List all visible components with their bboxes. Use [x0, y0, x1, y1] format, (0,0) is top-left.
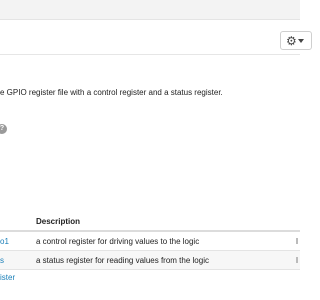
settings-dropdown-button[interactable]: ⚙	[280, 31, 312, 50]
register-link[interactable]: o1	[0, 237, 9, 246]
register-description: a control register for driving values to…	[36, 237, 200, 246]
table-row: o1 a control register for driving values…	[0, 232, 300, 251]
register-link[interactable]: s	[0, 256, 4, 265]
top-bar	[0, 0, 300, 20]
header-divider	[0, 54, 300, 55]
column-header-description[interactable]: Description	[36, 217, 80, 226]
register-description: a status register for reading values fro…	[36, 256, 209, 265]
help-icon[interactable]: ?	[0, 124, 7, 134]
chevron-down-icon	[297, 38, 304, 43]
registers-table: Description o1 a control register for dr…	[0, 212, 300, 270]
gear-icon: ⚙	[286, 33, 297, 48]
table-row: s a status register for reading values f…	[0, 251, 300, 270]
truncated-cell-marker	[296, 257, 298, 263]
table-header: Description	[0, 212, 300, 232]
module-description: e GPIO register file with a control regi…	[0, 88, 223, 97]
add-register-link[interactable]: ister	[0, 273, 15, 282]
truncated-cell-marker	[296, 238, 298, 244]
